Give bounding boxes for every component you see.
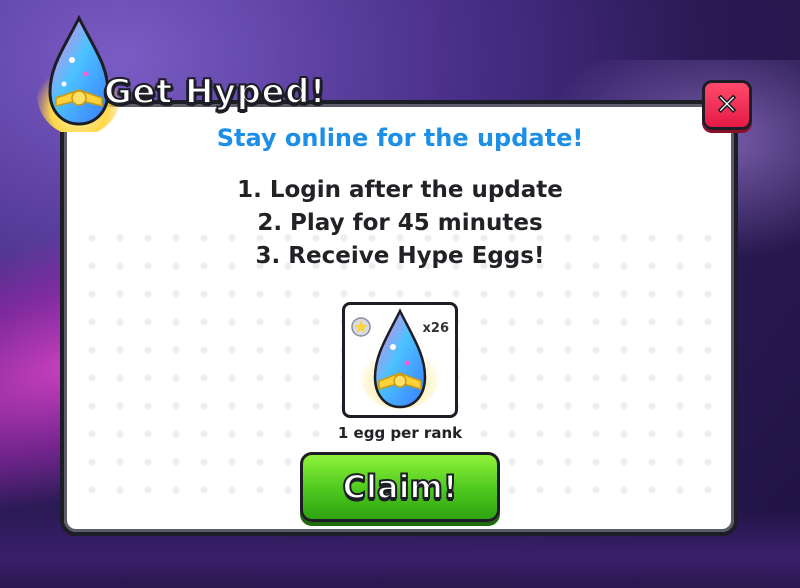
dialog-title: Get Hyped! — [103, 71, 326, 113]
rank-stars-icon — [351, 317, 371, 337]
claim-label: Claim! — [342, 467, 459, 507]
close-button[interactable]: ✕ — [702, 80, 752, 130]
step-item: 3. Receive Hype Eggs! — [255, 243, 545, 269]
claim-button[interactable]: Claim! — [300, 452, 500, 522]
reward-quantity: x26 — [422, 321, 449, 336]
reward-card[interactable]: x26 — [342, 302, 458, 418]
step-item: 1. Login after the update — [237, 177, 563, 203]
step-item: 2. Play for 45 minutes — [257, 210, 543, 236]
dialog-subtitle: Stay online for the update! — [216, 124, 584, 152]
steps-list: 1. Login after the update 2. Play for 45… — [0, 174, 800, 273]
reward-note: 1 egg per rank — [337, 424, 463, 442]
close-icon: ✕ — [715, 88, 740, 121]
